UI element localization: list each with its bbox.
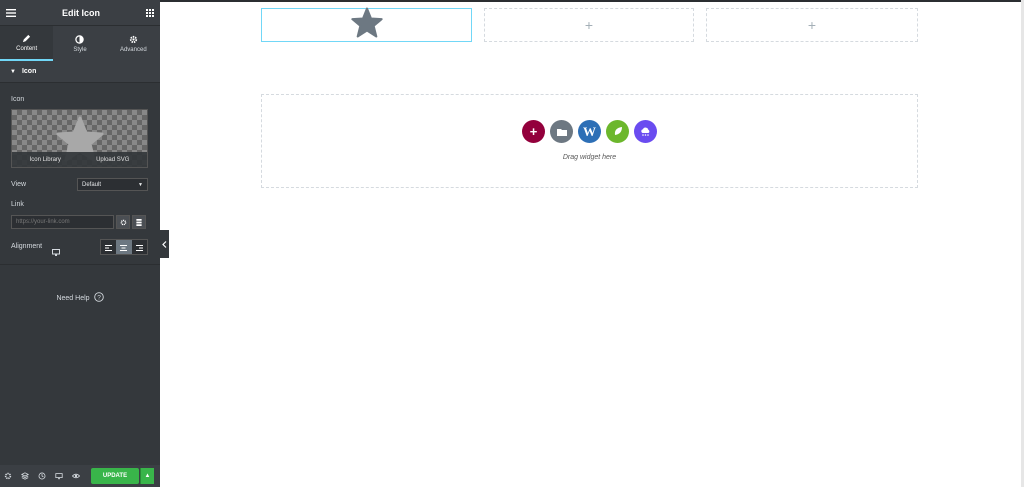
column-with-icon[interactable] (261, 7, 472, 43)
editor-panel: Edit Icon Content Style Advanced ▼ Icon (0, 0, 160, 487)
section-title: Icon (21, 68, 37, 75)
align-center-button[interactable] (116, 238, 132, 256)
caret-up-icon: ▲ (144, 473, 151, 479)
icon-picker-bar: Icon Library Upload SVG (12, 152, 147, 167)
section-icon-header[interactable]: ▼ Icon (0, 61, 160, 83)
cloud-icon (640, 123, 651, 141)
canvas-top-bar (160, 0, 1024, 2)
dynamic-tags-button[interactable] (132, 215, 146, 229)
view-select-value: Default (82, 181, 102, 188)
question-circle-icon: ? (93, 292, 104, 304)
tab-content[interactable]: Content (0, 26, 54, 61)
panel-collapse-button[interactable] (160, 230, 169, 258)
plus-icon[interactable]: + (585, 18, 593, 32)
alignment-buttons (100, 239, 148, 255)
tab-style[interactable]: Style (53, 26, 106, 61)
link-label: Link (11, 201, 24, 208)
link-placeholder: https://your-link.com (16, 219, 70, 225)
svg-text:?: ? (97, 294, 101, 301)
link-options-button[interactable] (116, 215, 130, 229)
folder-icon (556, 123, 567, 141)
navigator-icon[interactable] (20, 467, 30, 485)
update-options-button[interactable]: ▲ (140, 468, 154, 484)
align-right-button[interactable] (131, 238, 147, 256)
wordpress-blocks-button[interactable]: W (578, 120, 601, 143)
view-select[interactable]: Default ▼ (77, 178, 148, 191)
wordpress-icon: W (583, 123, 596, 139)
settings-icon[interactable] (4, 467, 12, 485)
panel-header: Edit Icon (0, 0, 160, 25)
plus-icon: + (529, 124, 538, 139)
need-help-link[interactable]: Need Help ? (0, 292, 160, 304)
hamburger-icon[interactable] (6, 8, 16, 17)
icon-picker[interactable]: Icon Library Upload SVG (11, 109, 148, 168)
align-center-icon (120, 238, 128, 256)
history-icon[interactable] (38, 467, 46, 485)
icon-library-button[interactable]: Icon Library (30, 157, 61, 163)
leaf-icon (613, 123, 623, 141)
upload-svg-button[interactable]: Upload SVG (96, 157, 129, 163)
view-label: View (11, 181, 27, 188)
tab-advanced-label: Advanced (119, 46, 147, 53)
drag-widget-text: Drag widget here (562, 154, 617, 161)
link-input[interactable]: https://your-link.com (11, 215, 114, 229)
panel-tabs: Content Style Advanced (0, 25, 160, 61)
cloud-library-button[interactable] (634, 120, 657, 143)
align-right-icon (135, 238, 143, 256)
add-section-button[interactable]: + (522, 120, 545, 143)
align-left-button[interactable] (101, 238, 117, 256)
need-help-label: Need Help (56, 294, 90, 302)
add-section-dropzone[interactable]: + W Drag widget here (261, 94, 918, 188)
half-circle-icon (75, 34, 85, 44)
align-left-icon (105, 238, 113, 256)
gear-icon (120, 213, 127, 231)
apps-grid-icon[interactable] (146, 8, 154, 17)
preview-eye-icon[interactable] (71, 467, 81, 485)
panel-title: Edit Icon (62, 7, 100, 18)
desktop-icon[interactable] (52, 243, 60, 261)
database-icon (136, 213, 142, 231)
responsive-icon[interactable] (55, 467, 63, 485)
chevron-left-icon (162, 235, 167, 253)
update-button[interactable]: UPDATE (91, 468, 139, 484)
caret-down-icon: ▼ (10, 68, 16, 75)
empty-column[interactable]: + (706, 8, 918, 42)
plus-icon[interactable]: + (808, 18, 816, 32)
alignment-label: Alignment (11, 243, 43, 250)
tab-advanced[interactable]: Advanced (107, 26, 160, 61)
add-template-button[interactable] (550, 120, 573, 143)
gear-icon (129, 35, 138, 44)
divider (0, 264, 160, 265)
chevron-down-icon: ▼ (138, 181, 143, 188)
empty-column[interactable]: + (484, 8, 694, 42)
leaf-addon-button[interactable] (606, 120, 629, 143)
tab-style-label: Style (73, 46, 87, 53)
pencil-icon (22, 34, 31, 43)
icon-control-label: Icon (11, 96, 25, 103)
add-section-buttons: + W (262, 120, 917, 143)
tab-content-label: Content (16, 45, 38, 52)
star-icon-widget[interactable] (350, 7, 383, 43)
